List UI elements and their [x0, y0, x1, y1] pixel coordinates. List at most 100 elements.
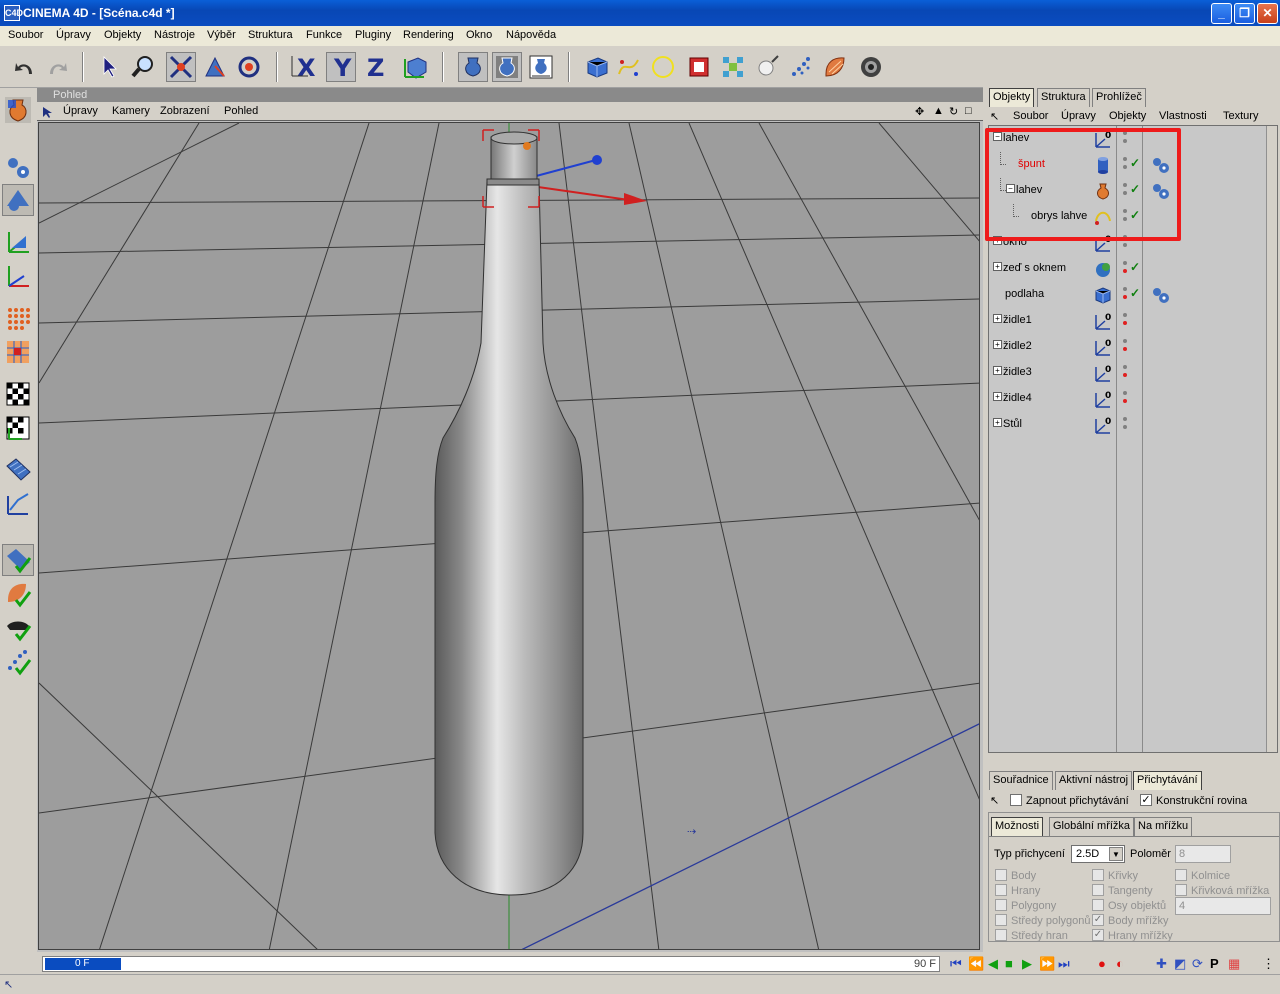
tree-expander-icon[interactable]: +	[993, 418, 1002, 427]
tweak-tool-icon[interactable]	[2, 488, 34, 520]
magnifier-icon[interactable]	[128, 52, 158, 82]
world-coordinates-icon[interactable]	[400, 52, 430, 82]
tab-aktivni-nastroj[interactable]: Aktivní nástroj	[1055, 771, 1133, 790]
om-menu-upravy[interactable]: Úpravy	[1061, 110, 1096, 122]
editor-visibility-dot[interactable]	[1123, 287, 1127, 291]
key-position-icon[interactable]: ✚	[1156, 956, 1167, 972]
deformer-icon[interactable]	[820, 52, 850, 82]
goto-start-icon[interactable]: ⏮	[950, 956, 962, 972]
enabled-check-icon[interactable]: ✓	[1130, 260, 1140, 274]
zoom-view-icon[interactable]: ▲	[933, 105, 944, 117]
key-scale-icon[interactable]: ◩	[1174, 956, 1186, 972]
viewport-menu-pohled[interactable]: Pohled	[224, 105, 258, 117]
snap-option-checkbox[interactable]: ✓	[1092, 929, 1104, 942]
object-name[interactable]: židle1	[1003, 314, 1032, 326]
z-axis-lock-icon[interactable]: Z	[360, 52, 390, 82]
rotate-tool-icon[interactable]	[234, 52, 264, 82]
viewport-menu-zobrazeni[interactable]: Zobrazení	[160, 105, 210, 117]
menu-rendering[interactable]: Rendering	[403, 29, 454, 41]
snap-option-checkbox[interactable]	[995, 929, 1007, 942]
curve-grid-field[interactable]: 4	[1175, 897, 1271, 915]
render-visibility-dot[interactable]	[1123, 347, 1127, 351]
menu-soubor[interactable]: Soubor	[8, 29, 43, 41]
menu-upravy[interactable]: Úpravy	[56, 29, 91, 41]
use-points-tool-icon[interactable]	[2, 302, 34, 334]
tab-struktura[interactable]: Struktura	[1037, 88, 1090, 107]
tree-expander-icon[interactable]: +	[993, 366, 1002, 375]
work-plane-checkbox[interactable]: ✓	[1140, 794, 1152, 807]
camera-icon[interactable]	[856, 52, 886, 82]
object-row[interactable]: + zeď s oknem ✓	[989, 256, 1277, 282]
render-visibility-dot[interactable]	[1123, 425, 1127, 429]
next-key-icon[interactable]: ⏩	[1039, 956, 1055, 972]
render-view-icon[interactable]	[458, 52, 488, 82]
spline-pen-icon[interactable]	[614, 52, 644, 82]
tab-souradnice[interactable]: Souřadnice	[989, 771, 1053, 790]
key-rotation-icon[interactable]: ⟳	[1192, 956, 1203, 972]
object-row[interactable]: + židle1 0	[989, 308, 1277, 334]
subtab-globalni-mrizka[interactable]: Globální mřížka	[1049, 817, 1135, 836]
snap-option-checkbox[interactable]	[995, 884, 1007, 897]
autokey-icon[interactable]: ◐	[1116, 956, 1124, 971]
circle-spline-icon[interactable]	[648, 52, 678, 82]
menu-struktura[interactable]: Struktura	[248, 29, 293, 41]
render-region-icon[interactable]	[492, 52, 522, 82]
key-pla-icon[interactable]: ▦	[1228, 956, 1240, 972]
object-name[interactable]: židle2	[1003, 340, 1032, 352]
object-list-scrollbar[interactable]	[1266, 126, 1277, 752]
tree-expander-icon[interactable]: +	[993, 262, 1002, 271]
texture-tag-icon[interactable]	[1151, 286, 1171, 307]
use-edge-axis-icon[interactable]	[2, 260, 34, 292]
animation-tool-icon[interactable]	[2, 454, 34, 486]
render-visibility-dot[interactable]	[1123, 399, 1127, 403]
snap-type-dropdown[interactable]: 2.5D ▼	[1071, 845, 1125, 863]
stop-icon[interactable]: ■	[1005, 956, 1013, 971]
menu-pluginy[interactable]: Pluginy	[355, 29, 391, 41]
enable-animation-icon[interactable]	[2, 544, 34, 576]
select-arrow-icon[interactable]	[96, 52, 126, 82]
object-name[interactable]: podlaha	[1005, 288, 1044, 300]
snap-option-checkbox[interactable]	[1092, 884, 1104, 897]
snap-option-checkbox[interactable]	[1092, 869, 1104, 882]
prev-key-icon[interactable]: ⏪	[968, 956, 984, 972]
checkerboard-texture-icon[interactable]	[2, 378, 34, 410]
array-icon[interactable]	[718, 52, 748, 82]
menu-funkce[interactable]: Funkce	[306, 29, 342, 41]
scale-tool-icon[interactable]	[200, 52, 230, 82]
texture-axis-icon[interactable]	[2, 412, 34, 444]
timeline-slider[interactable]: 0 F	[42, 956, 940, 972]
3d-viewport[interactable]: ⇢	[38, 122, 980, 950]
y-axis-lock-icon[interactable]: Y	[326, 52, 356, 82]
object-row[interactable]: + židle3 0	[989, 360, 1277, 386]
editor-visibility-dot[interactable]	[1123, 365, 1127, 369]
snap-option-checkbox[interactable]: ✓	[1092, 914, 1104, 927]
object-row[interactable]: + židle2 0	[989, 334, 1277, 360]
menu-vyber[interactable]: Výběr	[207, 29, 236, 41]
object-name[interactable]: židle4	[1003, 392, 1032, 404]
snap-option-checkbox[interactable]	[1092, 899, 1104, 912]
render-visibility-dot[interactable]	[1123, 269, 1127, 273]
snap-option-checkbox[interactable]	[995, 869, 1007, 882]
tab-objekty[interactable]: Objekty	[989, 88, 1035, 107]
timeline-options-icon[interactable]: ⋮	[1262, 956, 1275, 972]
enable-expressions-icon[interactable]	[2, 612, 34, 644]
editor-visibility-dot[interactable]	[1123, 339, 1127, 343]
use-texture-tool-icon[interactable]	[2, 184, 34, 216]
object-row[interactable]: podlaha ✓	[989, 282, 1277, 308]
particle-emitter-icon[interactable]	[786, 52, 816, 82]
use-object-tool-icon[interactable]	[2, 152, 34, 184]
current-frame[interactable]: 0 F	[45, 958, 121, 970]
render-to-picture-viewer-icon[interactable]	[526, 52, 556, 82]
tab-prichytavani[interactable]: Přichytávání	[1133, 771, 1202, 790]
render-visibility-dot[interactable]	[1123, 295, 1127, 299]
redo-icon[interactable]	[42, 52, 72, 82]
render-visibility-dot[interactable]	[1123, 243, 1127, 247]
maximize-button[interactable]: ❐	[1234, 3, 1255, 24]
enable-deformers-icon[interactable]	[2, 578, 34, 610]
om-menu-textury[interactable]: Textury	[1223, 110, 1258, 122]
nurbs-icon[interactable]	[684, 52, 714, 82]
cube-primitive-icon[interactable]	[582, 52, 612, 82]
minimize-button[interactable]: _	[1211, 3, 1232, 24]
object-name[interactable]: zeď s oknem	[1003, 262, 1066, 274]
use-model-tool-icon[interactable]	[2, 94, 34, 126]
